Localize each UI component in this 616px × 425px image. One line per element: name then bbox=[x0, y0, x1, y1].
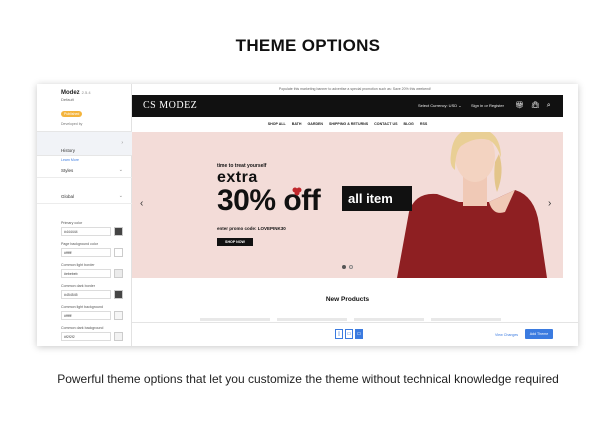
color-swatch[interactable] bbox=[114, 269, 123, 278]
customizer-window: Modez 2.5.4 Default Published Developed b… bbox=[37, 84, 578, 346]
menu-item[interactable]: BATH bbox=[292, 122, 302, 126]
theme-version: 2.5.4 bbox=[81, 90, 91, 95]
add-theme-button[interactable]: Add Theme bbox=[525, 329, 553, 339]
customizer-footer: ▯ ▭ ▭ View Changes Add Theme bbox=[132, 322, 578, 346]
menu-item[interactable]: SHOP ALL bbox=[268, 122, 286, 126]
page-heading: THEME OPTIONS bbox=[235, 36, 381, 55]
history-section[interactable]: History Learn More › bbox=[37, 131, 132, 162]
theme-info: Modez 2.5.4 Default Published Developed b… bbox=[37, 84, 131, 126]
promo-code: enter promo code: LOVEPINK30 bbox=[217, 226, 286, 231]
color-field: Primary color #444444 bbox=[61, 220, 123, 241]
product-card[interactable] bbox=[277, 318, 347, 321]
chevron-right-icon: › bbox=[121, 140, 123, 146]
field-label: Common light border bbox=[61, 263, 95, 267]
device-toggle: ▯ ▭ ▭ bbox=[335, 329, 363, 339]
chevron-down-icon: ⌄ bbox=[118, 167, 123, 173]
color-input[interactable]: #444444 bbox=[61, 227, 111, 236]
styles-section[interactable]: Styles ⌄ bbox=[37, 164, 132, 178]
history-title: History bbox=[61, 148, 76, 153]
color-swatch[interactable] bbox=[114, 311, 123, 320]
color-fields: Primary color #444444 Page background co… bbox=[61, 220, 123, 346]
tablet-icon[interactable]: ▭ bbox=[345, 329, 353, 339]
learn-more-link[interactable]: Learn More bbox=[61, 158, 132, 162]
desktop-icon[interactable]: ▭ bbox=[355, 329, 363, 339]
color-field: Common dark background #f2f2f2 bbox=[61, 325, 123, 346]
store-preview: Populate this marketing banner to advert… bbox=[132, 84, 578, 346]
color-field: Common dark border #454545 bbox=[61, 283, 123, 304]
section-title: New Products bbox=[325, 296, 370, 303]
color-swatch[interactable] bbox=[114, 332, 123, 341]
field-label: Page background color bbox=[61, 242, 98, 246]
styles-label: Styles bbox=[61, 168, 74, 173]
signin-link[interactable]: Sign in or Register bbox=[471, 103, 504, 108]
status-badge: Published bbox=[61, 111, 83, 117]
hero-banner: time to treat yourself extra 30% off all… bbox=[132, 132, 563, 278]
banner-all-item: all item bbox=[342, 186, 412, 211]
color-field: Common light background #ffffff bbox=[61, 304, 123, 325]
color-input[interactable]: #454545 bbox=[61, 290, 111, 299]
theme-variant: Default bbox=[61, 97, 74, 102]
field-label: Common dark background bbox=[61, 326, 104, 330]
color-field: Common light border #ebebeb bbox=[61, 262, 123, 283]
color-swatch[interactable] bbox=[114, 227, 123, 236]
color-input[interactable]: #ffffff bbox=[61, 248, 111, 257]
field-label: Common dark border bbox=[61, 284, 95, 288]
field-label: Primary color bbox=[61, 221, 83, 225]
bag-icon[interactable]: 👜︎ bbox=[531, 101, 540, 111]
store-logo[interactable]: CS MODEZ bbox=[143, 100, 197, 111]
slider-dot[interactable] bbox=[342, 265, 346, 269]
developed-by: Developed by bbox=[61, 122, 83, 126]
color-input[interactable]: #ebebeb bbox=[61, 269, 111, 278]
banner-discount: 30% off bbox=[217, 184, 321, 217]
menu-item[interactable]: RSS bbox=[420, 122, 427, 126]
color-input[interactable]: #f2f2f2 bbox=[61, 332, 111, 341]
main-menu: SHOP ALL BATH GARDEN SHIPPING & RETURNS … bbox=[132, 122, 563, 126]
slider-dot[interactable] bbox=[349, 265, 353, 269]
product-card[interactable] bbox=[354, 318, 424, 321]
shop-now-button[interactable]: SHOP NOW bbox=[217, 238, 253, 246]
search-icon[interactable]: ⌕ bbox=[547, 101, 551, 111]
store-header: CS MODEZ Select Currency: USD ⌄ Sign in … bbox=[132, 95, 563, 117]
color-swatch[interactable] bbox=[114, 248, 123, 257]
color-swatch[interactable] bbox=[114, 290, 123, 299]
currency-select[interactable]: Select Currency: USD ⌄ bbox=[418, 103, 462, 108]
menu-item[interactable]: SHIPPING & RETURNS bbox=[329, 122, 368, 126]
chevron-down-icon: ⌄ bbox=[118, 193, 123, 199]
color-input[interactable]: #ffffff bbox=[61, 311, 111, 320]
product-card[interactable] bbox=[431, 318, 501, 321]
menu-item[interactable]: BLOG bbox=[403, 122, 413, 126]
field-label: Common light background bbox=[61, 305, 103, 309]
product-card[interactable] bbox=[200, 318, 270, 321]
menu-item[interactable]: GARDEN bbox=[307, 122, 323, 126]
slider-dots bbox=[342, 265, 353, 269]
chevron-left-icon[interactable]: ‹ bbox=[140, 198, 143, 209]
gift-icon[interactable]: 🎁︎ bbox=[515, 101, 524, 111]
global-section[interactable]: Global ⌄ bbox=[37, 190, 132, 204]
global-label: Global bbox=[61, 194, 75, 199]
color-field: Page background color #ffffff bbox=[61, 241, 123, 262]
customizer-sidebar: Modez 2.5.4 Default Published Developed b… bbox=[37, 84, 132, 346]
model-image bbox=[397, 132, 547, 278]
view-changes-link[interactable]: View Changes bbox=[495, 333, 518, 337]
menu-item[interactable]: CONTACT US bbox=[374, 122, 397, 126]
mobile-icon[interactable]: ▯ bbox=[335, 329, 343, 339]
promo-topbar: Populate this marketing banner to advert… bbox=[278, 87, 432, 91]
caption: Powerful theme options that let you cust… bbox=[57, 372, 559, 386]
bow-icon bbox=[292, 187, 302, 196]
chevron-right-icon[interactable]: › bbox=[548, 198, 551, 209]
theme-name: Modez bbox=[61, 90, 80, 96]
